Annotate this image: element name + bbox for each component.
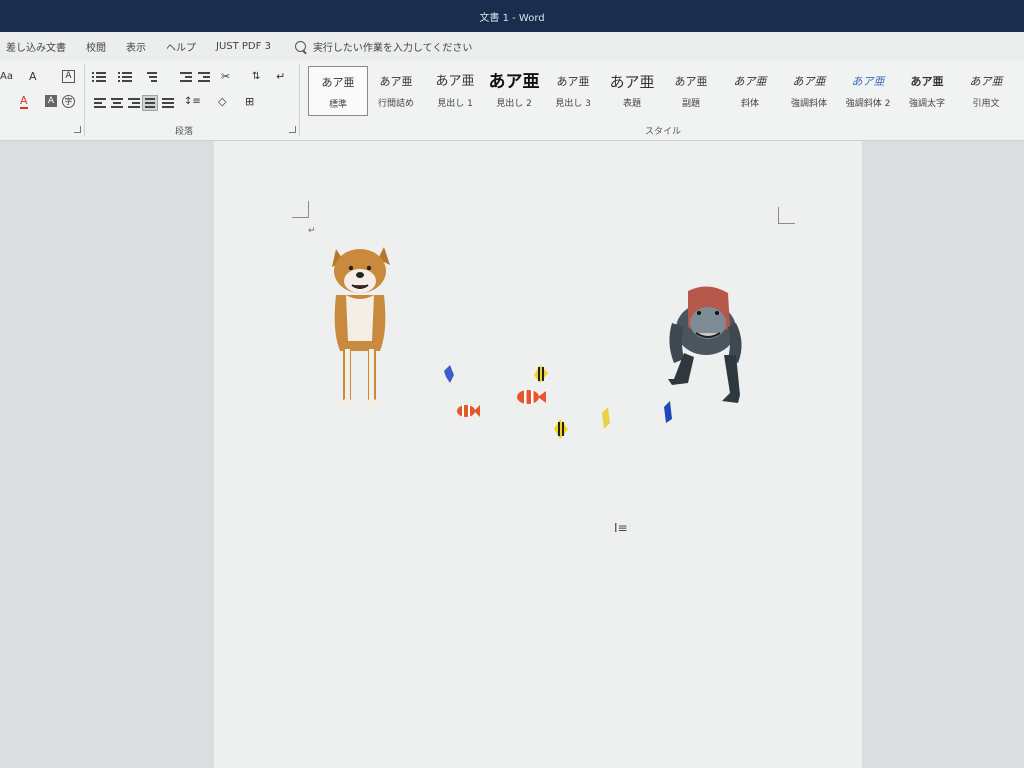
document-page[interactable]: ↵ I≡: [214, 141, 862, 768]
paragraph-group-label: 段落: [175, 127, 194, 137]
style-normal[interactable]: あア亜 標準: [308, 66, 368, 116]
align-center-button[interactable]: [109, 96, 123, 110]
style-quote[interactable]: あア亜 引用文: [957, 66, 1015, 114]
show-marks-icon[interactable]: ↵: [276, 70, 285, 84]
tropical-fish-image[interactable]: [440, 363, 680, 449]
text-cursor-icon: I≡: [614, 521, 628, 535]
style-heading-2[interactable]: あア亜 見出し 2: [485, 66, 543, 114]
change-case-button[interactable]: Aa: [0, 70, 13, 84]
font-color-button[interactable]: A: [20, 95, 28, 109]
paragraph-mark: ↵: [308, 226, 316, 236]
numbering-button[interactable]: [118, 70, 132, 84]
style-title[interactable]: あア亜 表題: [603, 66, 661, 114]
distributed-button[interactable]: [160, 96, 174, 110]
bullets-button[interactable]: [92, 70, 106, 84]
window-title: 文書 1 - Word: [479, 12, 545, 24]
style-intense-emphasis[interactable]: あア亜 強調斜体: [780, 66, 838, 114]
tab-view[interactable]: 表示: [116, 39, 156, 54]
tab-review[interactable]: 校閲: [76, 39, 116, 54]
sort-icon[interactable]: ⇅: [252, 70, 260, 84]
styles-group-label: スタイル: [645, 127, 682, 137]
style-subtitle[interactable]: あア亜 副題: [662, 66, 720, 114]
char-border-button[interactable]: A: [62, 70, 75, 83]
tab-just-pdf[interactable]: JUST PDF 3: [206, 41, 281, 52]
search-icon: [294, 40, 306, 52]
enclosed-char-button[interactable]: 字: [62, 95, 75, 108]
tell-me-text: 実行したい作業を入力してください: [312, 42, 473, 54]
tab-mailings[interactable]: 差し込み文書: [0, 39, 76, 54]
align-right-button[interactable]: [126, 96, 140, 110]
font-dialog-launcher-icon[interactable]: [74, 126, 81, 133]
ribbon: Aa A A A A 字 ✂ ⇅ ↵ ↕≡ ◇ ⊞ 段落 あア亜 標準 あア亜 …: [0, 60, 1024, 141]
shiba-inu-dog-image[interactable]: [324, 241, 400, 411]
group-separator: [299, 64, 300, 136]
tell-me-box[interactable]: 実行したい作業を入力してください: [294, 39, 473, 54]
style-heading-1[interactable]: あア亜 見出し 1: [426, 66, 484, 114]
style-strong[interactable]: あア亜 強調太字: [898, 66, 956, 114]
style-no-spacing[interactable]: あア亜 行間詰め: [367, 66, 425, 114]
style-intense-emphasis-2[interactable]: あア亜 強調斜体 2: [839, 66, 897, 114]
style-emphasis[interactable]: あア亜 斜体: [721, 66, 779, 114]
title-bar: 文書 1 - Word: [0, 0, 1024, 32]
line-spacing-icon[interactable]: ↕≡: [184, 95, 201, 109]
justify-button[interactable]: [142, 95, 158, 111]
group-separator: [84, 64, 85, 136]
paragraph-dialog-launcher-icon[interactable]: [289, 126, 296, 133]
multilevel-list-button[interactable]: [145, 70, 159, 84]
style-heading-3[interactable]: あア亜 見出し 3: [544, 66, 602, 114]
align-left-button[interactable]: [92, 96, 106, 110]
increase-indent-button[interactable]: [196, 70, 210, 84]
decrease-indent-button[interactable]: [178, 70, 192, 84]
asian-layout-icon[interactable]: ✂: [221, 70, 230, 84]
tab-help[interactable]: ヘルプ: [156, 39, 206, 54]
shading-icon[interactable]: ◇: [218, 95, 226, 109]
margin-corner-top-left: [292, 201, 309, 218]
clear-formatting-button[interactable]: A: [29, 70, 37, 84]
char-shading-button[interactable]: A: [45, 95, 57, 107]
ribbon-tabs: 差し込み文書 校閲 表示 ヘルプ JUST PDF 3 実行したい作業を入力して…: [0, 32, 1024, 60]
margin-corner-top-right: [778, 207, 795, 224]
borders-icon[interactable]: ⊞: [245, 95, 254, 109]
styles-gallery: あア亜 標準 あア亜 行間詰め あア亜 見出し 1 あア亜 見出し 2 あア亜 …: [308, 66, 1024, 116]
